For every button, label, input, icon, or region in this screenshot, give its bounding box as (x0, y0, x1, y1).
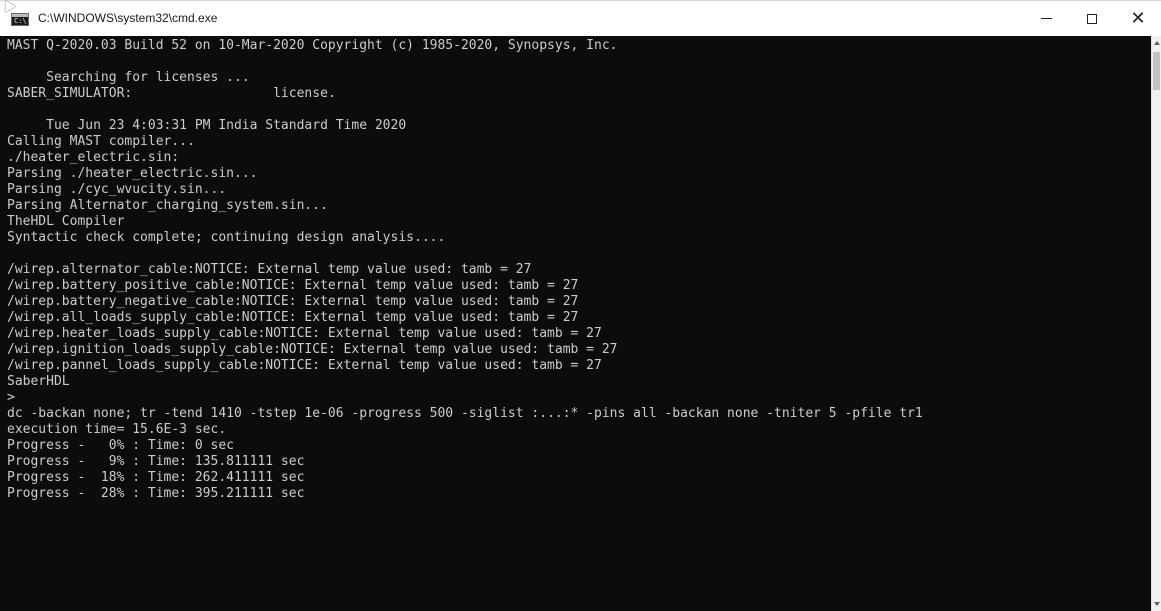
console-line: SaberHDL (7, 374, 70, 389)
close-icon: ✕ (1130, 7, 1146, 29)
maximize-icon (1087, 13, 1097, 24)
console-line: SABER_SIMULATOR: license. (7, 86, 336, 101)
minimize-button[interactable] (1023, 1, 1069, 36)
console-line: /wirep.alternator_cable:NOTICE: External… (7, 262, 532, 277)
console-line: TheHDL Compiler (7, 214, 125, 229)
console-line: > (7, 390, 15, 405)
console-line: /wirep.battery_negative_cable:NOTICE: Ex… (7, 294, 579, 309)
scroll-down-arrow-icon (1154, 602, 1160, 606)
maximize-button[interactable] (1069, 1, 1115, 36)
console-line: dc -backan none; tr -tend 1410 -tstep 1e… (7, 406, 923, 421)
console-line: Syntactic check complete; continuing des… (7, 230, 446, 245)
console-line: /wirep.all_loads_supply_cable:NOTICE: Ex… (7, 310, 579, 325)
scroll-up-button[interactable] (1153, 38, 1161, 48)
scroll-down-button[interactable] (1153, 599, 1161, 609)
vertical-scrollbar[interactable] (1151, 36, 1161, 611)
console-line: Progress - 0% : Time: 0 sec (7, 438, 234, 453)
console-line: Calling MAST compiler... (7, 134, 195, 149)
cmd-icon[interactable]: C:\ (11, 13, 29, 26)
cmd-window: C:\ C:\WINDOWS\system32\cmd.exe ✕ MAST Q… (0, 0, 1161, 611)
console-line: Progress - 9% : Time: 135.811111 sec (7, 454, 305, 469)
console-line: Parsing ./cyc_wvucity.sin... (7, 182, 227, 197)
scrollbar-thumb[interactable] (1153, 52, 1160, 90)
minimize-icon (1040, 18, 1052, 19)
title-bar[interactable]: C:\ C:\WINDOWS\system32\cmd.exe ✕ (0, 0, 1161, 36)
console-line: /wirep.pannel_loads_supply_cable:NOTICE:… (7, 358, 602, 373)
console-line: Progress - 18% : Time: 262.411111 sec (7, 470, 305, 485)
console-line: /wirep.heater_loads_supply_cable:NOTICE:… (7, 326, 602, 341)
console-line: Tue Jun 23 4:03:31 PM India Standard Tim… (7, 118, 407, 133)
console-line: ./heater_electric.sin: (7, 150, 180, 165)
console-output[interactable]: MAST Q-2020.03 Build 52 on 10-Mar-2020 C… (0, 36, 1151, 611)
console-line: /wirep.battery_positive_cable:NOTICE: Ex… (7, 278, 579, 293)
console-line: Parsing Alternator_charging_system.sin..… (7, 198, 328, 213)
scroll-up-arrow-icon (1154, 41, 1160, 45)
window-title: C:\WINDOWS\system32\cmd.exe (38, 11, 218, 25)
console-line: execution time= 15.6E-3 sec. (7, 422, 227, 437)
console-line: Progress - 28% : Time: 395.211111 sec (7, 486, 305, 501)
console-line: MAST Q-2020.03 Build 52 on 10-Mar-2020 C… (7, 38, 618, 53)
console-line: Searching for licenses ... (7, 70, 250, 85)
close-button[interactable]: ✕ (1115, 1, 1161, 36)
console-line: Parsing ./heater_electric.sin... (7, 166, 258, 181)
console-lines: MAST Q-2020.03 Build 52 on 10-Mar-2020 C… (7, 38, 923, 502)
console-line: /wirep.ignition_loads_supply_cable:NOTIC… (7, 342, 618, 357)
